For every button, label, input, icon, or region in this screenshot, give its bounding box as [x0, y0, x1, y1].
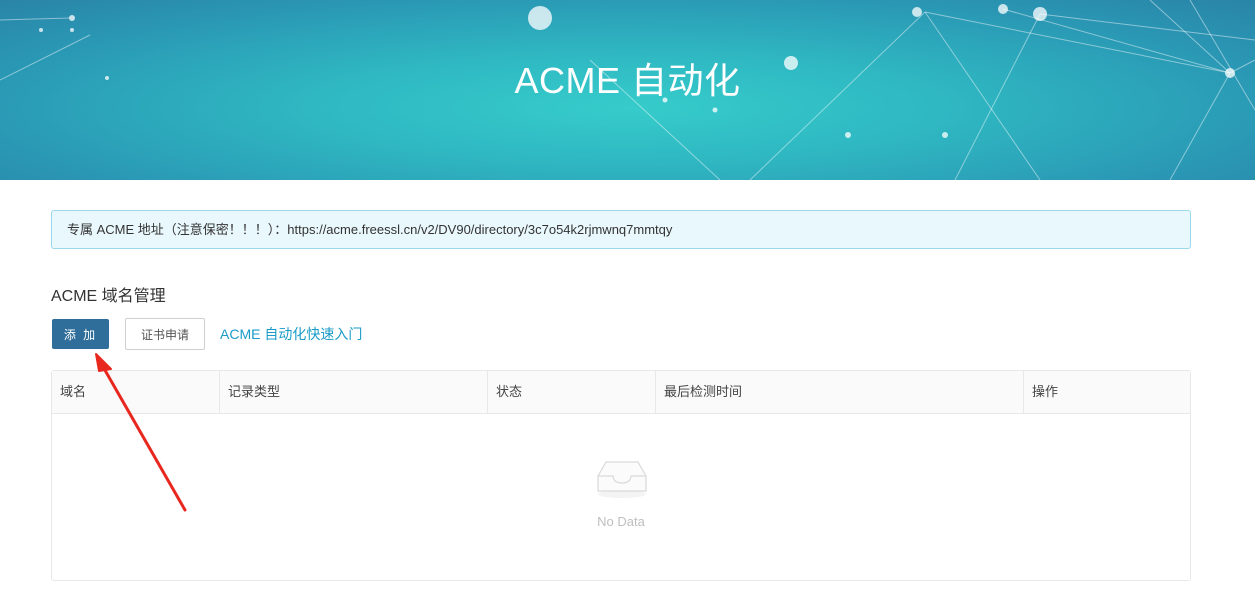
hero-banner: ACME 自动化: [0, 0, 1255, 180]
page-title: ACME 自动化: [514, 60, 741, 101]
certificate-request-button[interactable]: 证书申请: [125, 318, 205, 350]
column-header-last-check-time: 最后检测时间: [656, 371, 1024, 413]
column-header-status: 状态: [488, 371, 656, 413]
empty-inbox-icon: [596, 458, 648, 505]
acme-address-text: 专属 ACME 地址（注意保密！！！）：https://acme.freessl…: [67, 222, 673, 237]
table-empty-state: No Data: [52, 414, 1190, 580]
acme-address-alert: 专属 ACME 地址（注意保密！！！）：https://acme.freessl…: [51, 210, 1191, 249]
domain-table: 域名 记录类型 状态 最后检测时间 操作 No Data: [51, 370, 1191, 581]
quick-start-link[interactable]: ACME 自动化快速入门: [220, 324, 362, 344]
column-header-domain: 域名: [52, 371, 220, 413]
column-header-actions: 操作: [1032, 384, 1059, 399]
empty-text: No Data: [597, 514, 645, 529]
table-header: 域名 记录类型 状态 最后检测时间 操作: [52, 371, 1190, 414]
section-title: ACME 域名管理: [51, 288, 166, 305]
column-header-record-type: 记录类型: [220, 371, 488, 413]
add-button[interactable]: 添 加: [52, 319, 109, 349]
